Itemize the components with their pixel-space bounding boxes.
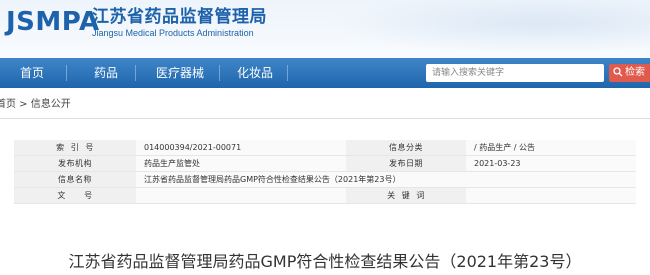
label-index-number: 索 引 号 bbox=[14, 140, 136, 156]
label-category: 信息分类 bbox=[346, 140, 466, 156]
nav-item-cosmetics[interactable]: 化妆品 bbox=[237, 58, 273, 88]
table-row: 文 号 关 键 词 bbox=[14, 187, 636, 204]
table-row: 信息名称 江苏省药品监督管理局药品GMP符合性检查结果公告（2021年第23号） bbox=[14, 171, 636, 188]
nav-separator bbox=[135, 65, 136, 81]
label-info-name: 信息名称 bbox=[14, 171, 136, 188]
value-publish-date: 2021-03-23 bbox=[466, 155, 636, 172]
value-category: / 药品生产 / 公告 bbox=[466, 140, 636, 156]
org-name-en: Jiangsu Medical Products Administration bbox=[92, 28, 254, 38]
nav-item-drugs[interactable]: 药品 bbox=[94, 58, 118, 88]
value-publisher: 药品生产监管处 bbox=[136, 155, 346, 172]
site-logo[interactable]: JSMPA bbox=[6, 7, 100, 37]
nav-item-medical-devices[interactable]: 医疗器械 bbox=[156, 58, 204, 88]
value-keywords bbox=[466, 187, 636, 204]
breadcrumb: 首页 > 信息公开 bbox=[0, 96, 71, 114]
org-name-cn: 江苏省药品监督管理局 bbox=[92, 7, 267, 27]
info-table: 索 引 号 014000394/2021-00071 信息分类 / 药品生产 /… bbox=[14, 140, 636, 204]
nav-separator bbox=[287, 65, 288, 81]
value-info-name: 江苏省药品监督管理局药品GMP符合性检查结果公告（2021年第23号） bbox=[136, 171, 636, 188]
divider bbox=[0, 118, 650, 119]
breadcrumb-current[interactable]: 信息公开 bbox=[31, 96, 71, 114]
breadcrumb-home[interactable]: 首页 bbox=[0, 96, 16, 114]
label-publish-date: 发布日期 bbox=[346, 155, 466, 172]
nav-separator bbox=[66, 65, 67, 81]
search-input[interactable] bbox=[426, 64, 604, 82]
label-publisher: 发布机构 bbox=[14, 155, 136, 172]
value-doc-number bbox=[136, 187, 346, 204]
search-icon bbox=[613, 67, 623, 77]
label-doc-number: 文 号 bbox=[14, 187, 136, 204]
value-index-number: 014000394/2021-00071 bbox=[136, 140, 346, 156]
site-header: JSMPA 江苏省药品监督管理局 Jiangsu Medical Product… bbox=[0, 0, 650, 58]
breadcrumb-separator: > bbox=[16, 99, 31, 110]
search-button[interactable]: 检索 bbox=[609, 64, 650, 82]
label-keywords: 关 键 词 bbox=[346, 187, 466, 204]
nav-item-home[interactable]: 首页 bbox=[20, 58, 44, 88]
table-row: 发布机构 药品生产监管处 发布日期 2021-03-23 bbox=[14, 155, 636, 172]
header-decoration bbox=[290, 0, 650, 58]
table-row: 索 引 号 014000394/2021-00071 信息分类 / 药品生产 /… bbox=[14, 140, 636, 156]
search-button-label: 检索 bbox=[625, 67, 645, 78]
nav-separator bbox=[219, 65, 220, 81]
document-title: 江苏省药品监督管理局药品GMP符合性检查结果公告（2021年第23号） bbox=[68, 252, 582, 271]
